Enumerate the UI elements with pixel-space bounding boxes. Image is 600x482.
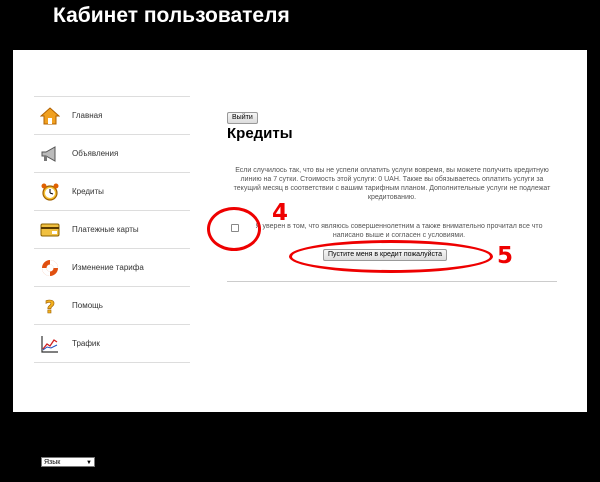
sidebar-item-label: Трафик: [72, 339, 100, 348]
annotation-number-5: 5: [497, 243, 514, 269]
sidebar-item-label: Изменение тарифа: [72, 263, 144, 272]
credit-card-icon: [39, 219, 61, 241]
sidebar-item-credits[interactable]: Кредиты: [34, 173, 190, 211]
chart-icon: [39, 333, 61, 355]
language-select[interactable]: Язык ▼: [41, 457, 95, 467]
annotation-circle-checkbox: [207, 207, 261, 251]
sidebar-item-payment-cards[interactable]: Платежные карты: [34, 211, 190, 249]
language-select-value: Язык: [44, 459, 61, 466]
page-title: Кабинет пользователя: [53, 4, 290, 27]
section-heading: Кредиты: [227, 125, 293, 142]
sidebar-item-traffic[interactable]: Трафик: [34, 325, 190, 363]
dropdown-arrow-icon: ▼: [86, 460, 92, 466]
annotation-number-4: 4: [272, 200, 289, 226]
sidebar: Главная Объявления Кредиты Платежные кар…: [34, 96, 190, 363]
credit-info-text: Если случилось так, что вы не успели опл…: [233, 167, 551, 201]
sidebar-item-label: Главная: [72, 111, 103, 120]
sidebar-item-label: Объявления: [72, 149, 119, 158]
question-icon: ?: [39, 295, 61, 317]
agree-text: Я уверен в том, что являюсь совершенноле…: [255, 223, 543, 239]
megaphone-icon: [39, 143, 61, 165]
sidebar-item-label: Помощь: [72, 301, 103, 310]
home-icon: [39, 105, 61, 127]
sidebar-item-label: Кредиты: [72, 187, 104, 196]
logout-button[interactable]: Выйти: [227, 112, 258, 124]
sidebar-item-ads[interactable]: Объявления: [34, 135, 190, 173]
lifebuoy-icon: [39, 257, 61, 279]
divider: [227, 281, 557, 282]
sidebar-item-help[interactable]: ? Помощь: [34, 287, 190, 325]
svg-text:?: ?: [45, 297, 55, 316]
alarm-clock-icon: [39, 181, 61, 203]
annotation-circle-button: [289, 240, 493, 273]
sidebar-item-label: Платежные карты: [72, 225, 139, 234]
sidebar-item-change-tariff[interactable]: Изменение тарифа: [34, 249, 190, 287]
sidebar-item-home[interactable]: Главная: [34, 97, 190, 135]
